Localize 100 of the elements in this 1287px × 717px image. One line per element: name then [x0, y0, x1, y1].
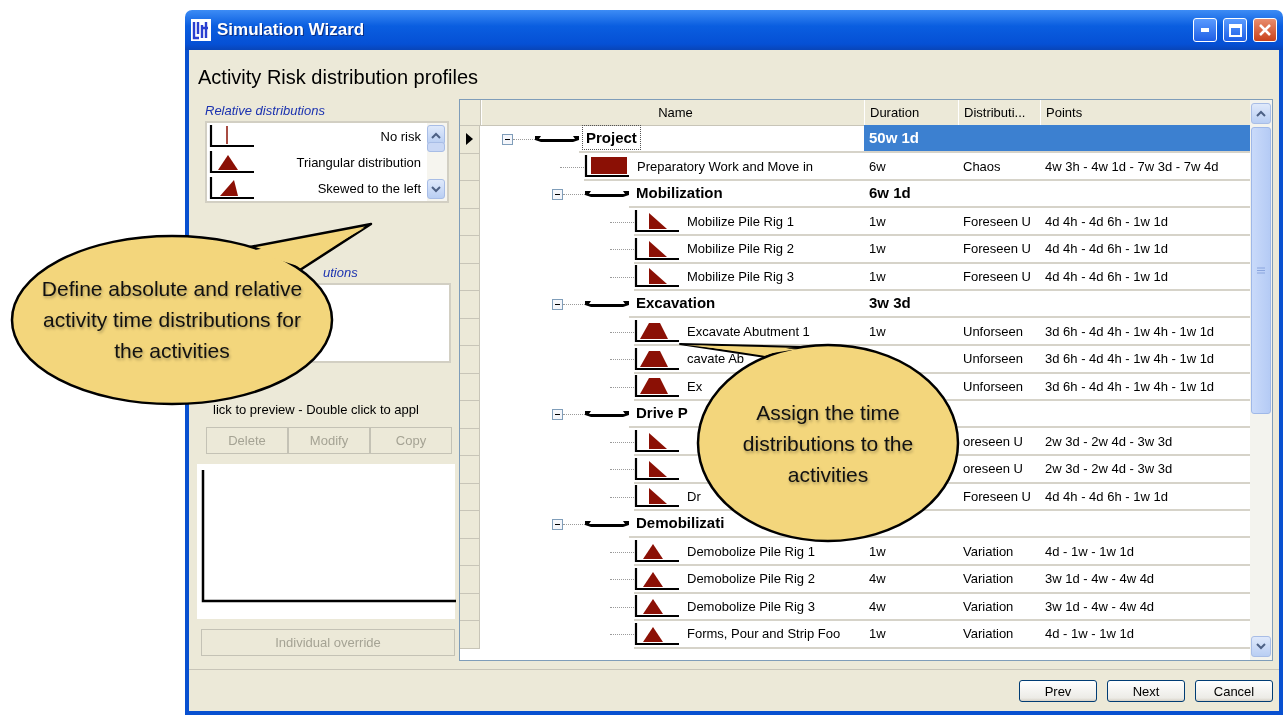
distribution-cell: Unforseen [963, 378, 1023, 394]
points-cell: 4d 4h - 4d 6h - 1w 1d [1045, 213, 1168, 229]
distribution-shape-icon [634, 456, 680, 481]
distribution-shape-icon [634, 319, 680, 344]
scroll-thumb[interactable] [1251, 127, 1271, 414]
activity-name: Mobilize Pile Rig 2 [687, 241, 794, 257]
duration-cell: 50w 1d [869, 129, 920, 147]
duration-cell: 1w [869, 626, 886, 642]
group-name: Drive P [636, 404, 688, 422]
grip-icon [1257, 267, 1265, 274]
section-label: Relative distributions [204, 102, 326, 120]
distribution-label: Skewed to the left [316, 180, 422, 196]
distribution-label: No risk [379, 128, 422, 144]
duration-cell: 1w [869, 323, 886, 339]
points-cell: 3w 1d - 4w - 4w 4d [1045, 571, 1155, 587]
distribution-cell: Variation [963, 571, 1014, 587]
distribution-shape-icon [209, 176, 255, 200]
summary-bar-icon [585, 519, 629, 528]
distribution-shape-icon [634, 429, 680, 454]
points-cell: 4d 4h - 4d 6h - 1w 1d [1045, 488, 1168, 504]
distribution-shape-icon [634, 621, 680, 646]
scroll-up-button[interactable] [427, 125, 445, 145]
duration-cell: 6w 1d [869, 184, 911, 202]
distribution-shape-icon [634, 264, 680, 289]
caret-down-icon [431, 185, 441, 193]
footer-button[interactable]: Prev [1019, 680, 1097, 702]
section-label: utions [322, 265, 359, 282]
duration-cell: 1w [869, 543, 886, 559]
distribution-cell: Variation [963, 543, 1014, 559]
distribution-cell: oreseen U [963, 461, 1023, 477]
activity-name: Forms, Pour and Strip Foo [687, 626, 841, 642]
scroll-down-button[interactable] [1251, 636, 1271, 657]
maximize-button[interactable] [1223, 18, 1247, 42]
summary-bar-icon [585, 409, 629, 418]
activity-name: Dr [687, 488, 701, 504]
points-cell: 4w 3h - 4w 1d - 7w 3d - 7w 4d [1045, 158, 1219, 174]
row-selector[interactable] [460, 126, 480, 154]
distribution-shape-icon [634, 484, 680, 509]
collapse-icon[interactable] [552, 519, 563, 531]
duration-cell: 4w [869, 598, 886, 614]
activity-name: Ex [687, 378, 703, 394]
page-heading: Activity Risk distribution profiles [197, 65, 480, 90]
duration-cell: 1w [869, 268, 886, 284]
points-cell: 3d 6h - 4d 4h - 1w 4h - 1w 1d [1045, 378, 1215, 394]
maximize-icon [1228, 23, 1242, 37]
activity-name: Demobolize Pile Rig 3 [687, 598, 815, 614]
duration-cell: 6w [869, 158, 886, 174]
distribution-cell: Variation [963, 626, 1014, 642]
column-header[interactable]: Name [481, 100, 864, 125]
distribution-shape-icon [634, 374, 680, 399]
scroll-thumb[interactable] [427, 142, 445, 152]
points-cell: 4d - 1w - 1w 1d [1045, 543, 1134, 559]
points-cell: 3w 1d - 4w - 4w 4d [1045, 598, 1155, 614]
points-cell: 4d - 1w - 1w 1d [1045, 626, 1134, 642]
points-cell: 4d 4h - 4d 6h - 1w 1d [1045, 241, 1168, 257]
distribution-cell: oreseen U [963, 433, 1023, 449]
duration-cell: 3w 3d [869, 294, 911, 312]
activity-name: Demobolize Pile Rig 1 [687, 543, 815, 559]
group-name: Mobilization [636, 184, 723, 202]
group-name: Excavation [636, 294, 716, 312]
points-cell: 3d 6h - 4d 4h - 1w 4h - 1w 1d [1045, 351, 1215, 367]
selection-highlight[interactable]: 50w 1d [864, 125, 1250, 151]
distribution-shape-icon [584, 154, 630, 179]
collapse-icon[interactable] [552, 299, 563, 311]
distribution-cell: Chaos [963, 158, 1001, 174]
distribution-shape-icon [634, 236, 680, 261]
caret-up-icon [431, 131, 441, 139]
scroll-down-button[interactable] [427, 179, 445, 199]
distribution-shape-icon [634, 209, 680, 234]
distribution-label: Triangular distribution [295, 154, 422, 170]
close-button[interactable] [1253, 18, 1277, 42]
footer-button[interactable]: Cancel [1195, 680, 1273, 702]
distribution-list-item[interactable]: Triangular distribution [207, 149, 427, 175]
collapse-icon[interactable] [552, 189, 563, 201]
activity-name: Mobilize Pile Rig 3 [687, 268, 794, 284]
distribution-cell: Unforseen [963, 351, 1023, 367]
collapse-icon[interactable] [552, 409, 563, 421]
footer-button[interactable]: Next [1107, 680, 1185, 702]
distribution-cell: Foreseen U [963, 488, 1031, 504]
distribution-cell: Foreseen U [963, 241, 1031, 257]
minimize-button[interactable] [1193, 18, 1217, 42]
app-icon [191, 19, 211, 41]
distribution-list-item[interactable]: Skewed to the left [207, 175, 427, 201]
distribution-shape-icon [634, 566, 680, 591]
distribution-shape-icon [209, 150, 255, 174]
activity-name: cavate Ab [687, 351, 745, 367]
minimize-icon [1201, 28, 1209, 32]
close-icon [1259, 24, 1271, 36]
distribution-shape-icon [634, 346, 680, 371]
duration-cell: 4w [869, 571, 886, 587]
scroll-up-button[interactable] [1251, 103, 1271, 124]
distribution-shape-icon [209, 124, 255, 148]
points-cell: 2w 3d - 2w 4d - 3w 3d [1045, 433, 1173, 449]
collapse-icon[interactable] [502, 134, 513, 146]
summary-bar-icon [585, 189, 629, 198]
caret-down-icon [1256, 643, 1266, 650]
distribution-list-item[interactable]: No risk [207, 123, 427, 149]
summary-bar-icon [585, 299, 629, 308]
activity-name: Mobilize Pile Rig 1 [687, 213, 794, 229]
duration-cell: 1w [869, 241, 886, 257]
